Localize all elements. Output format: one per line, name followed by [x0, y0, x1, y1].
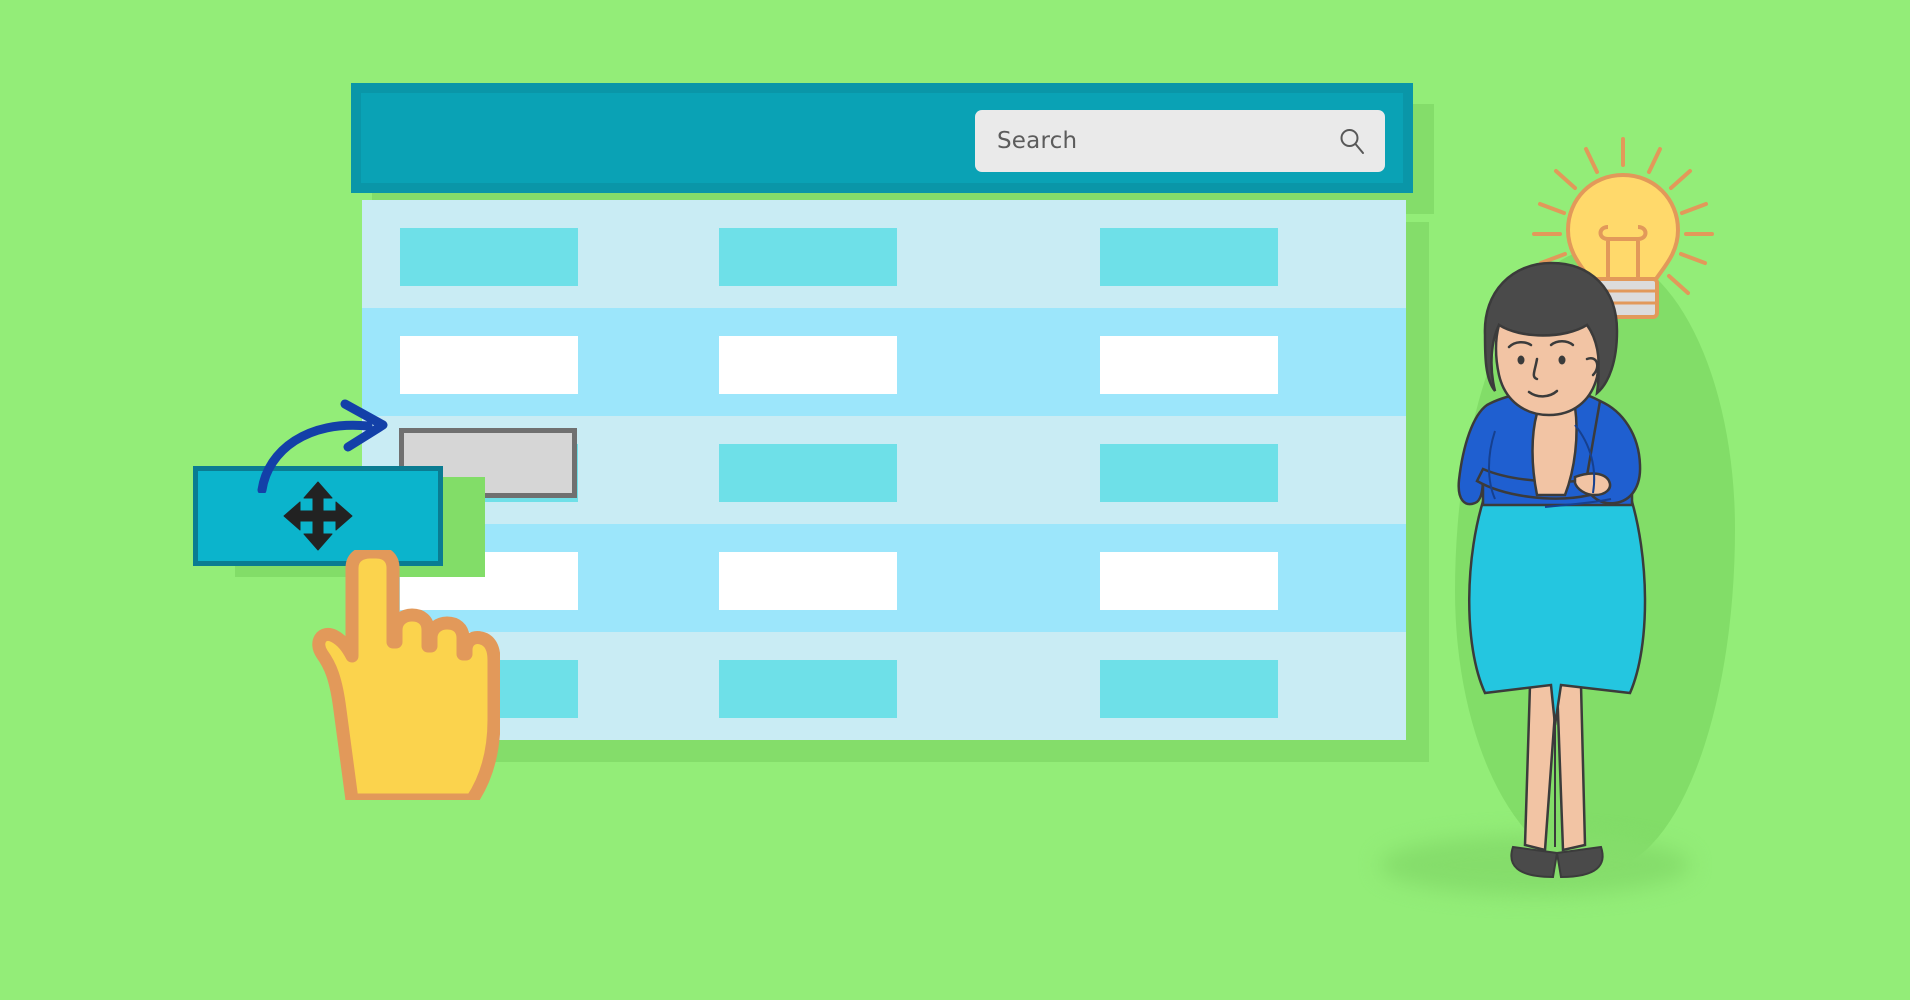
cell-content-placeholder — [1100, 228, 1278, 286]
table-cell[interactable] — [1100, 228, 1278, 286]
cell-content-placeholder — [1100, 660, 1278, 718]
table-row[interactable] — [362, 524, 1406, 632]
cell-content-placeholder — [1100, 552, 1278, 610]
cell-content-placeholder — [719, 336, 897, 394]
table-cell[interactable] — [719, 228, 897, 286]
cell-content-placeholder — [1100, 444, 1278, 502]
table-cell[interactable] — [1100, 336, 1278, 394]
scene-canvas: Search — [0, 0, 1910, 1000]
table-row[interactable] — [362, 632, 1406, 740]
thinking-woman-illustration — [1457, 261, 1647, 879]
cell-content-placeholder — [719, 228, 897, 286]
search-placeholder-text: Search — [997, 128, 1078, 154]
cell-content-placeholder — [400, 660, 578, 718]
background-blob — [1455, 250, 1735, 870]
cell-content-placeholder — [400, 228, 578, 286]
table-cell[interactable] — [1100, 660, 1278, 718]
cell-content-placeholder — [400, 336, 578, 394]
table-cell[interactable] — [400, 228, 578, 286]
table-cell[interactable] — [1100, 552, 1278, 610]
table-cell[interactable] — [719, 336, 897, 394]
cell-content-placeholder — [719, 552, 897, 610]
table-row[interactable] — [362, 308, 1406, 416]
table-cell[interactable] — [400, 336, 578, 394]
table-row[interactable] — [362, 200, 1406, 308]
move-icon — [283, 481, 353, 551]
search-input[interactable]: Search — [975, 110, 1385, 172]
table-cell[interactable] — [719, 552, 897, 610]
cell-content-placeholder — [1100, 336, 1278, 394]
woman-ground-shadow — [1380, 835, 1690, 895]
cell-content-placeholder — [719, 444, 897, 502]
lightbulb-idea-icon — [1532, 137, 1714, 319]
dragged-row-chip[interactable] — [193, 466, 443, 566]
search-icon[interactable] — [1337, 126, 1367, 156]
table-cell[interactable] — [1100, 444, 1278, 502]
table-cell[interactable] — [400, 660, 578, 718]
table-cell[interactable] — [719, 660, 897, 718]
table-cell[interactable] — [719, 444, 897, 502]
cell-content-placeholder — [719, 660, 897, 718]
